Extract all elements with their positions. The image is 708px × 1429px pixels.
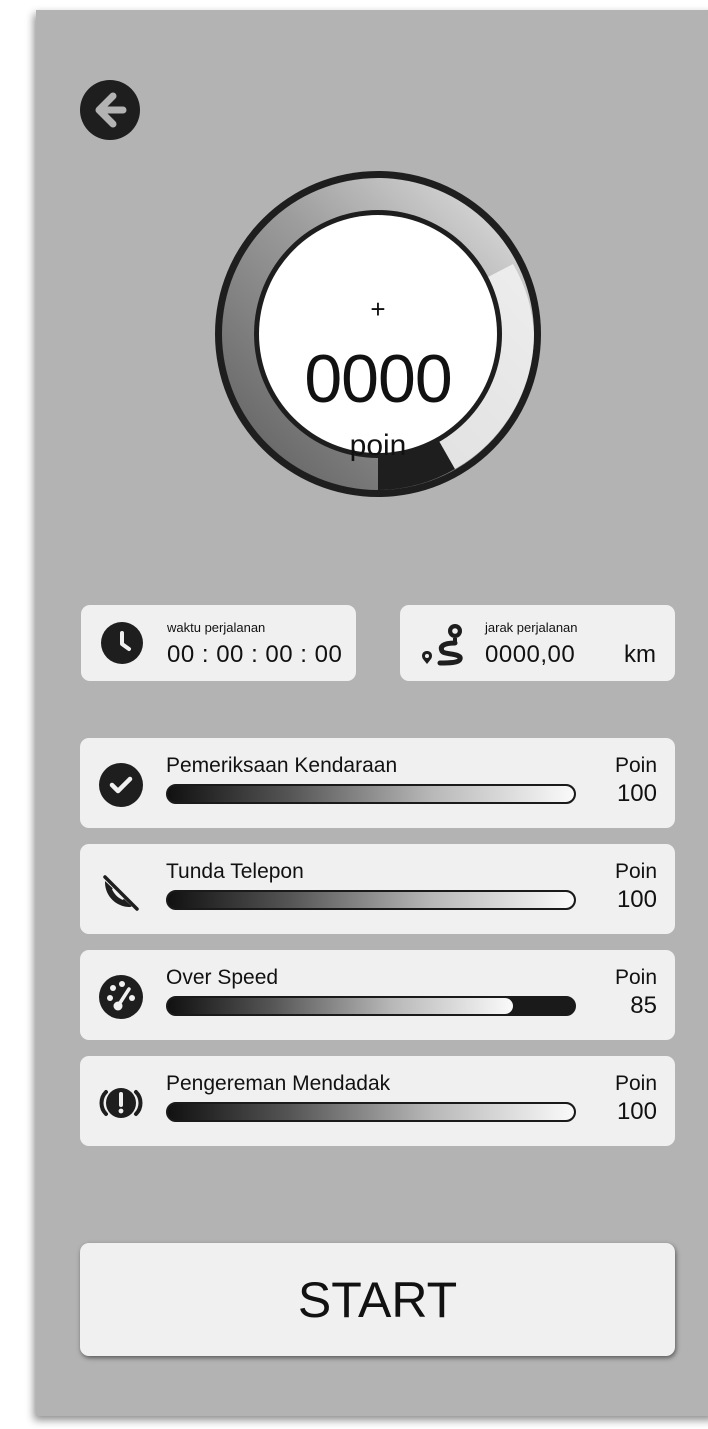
- metric-points-value: 100: [616, 780, 657, 807]
- metric-progress-bar: [166, 890, 576, 910]
- metric-points-label: Poin: [614, 860, 657, 883]
- metric-row-sudden-braking: Pengereman Mendadak Poin 100: [80, 1056, 675, 1146]
- trip-distance-value: 0000,00: [485, 641, 576, 668]
- metric-progress-bar: [166, 1102, 576, 1122]
- metric-progress-fill: [168, 892, 574, 908]
- trip-time-card: waktu perjalanan 00 : 00 : 00 : 00: [81, 605, 356, 681]
- score-gauge: + 0000 poin: [213, 169, 543, 499]
- metric-progress-fill: [168, 786, 574, 802]
- check-circle-icon: [99, 763, 143, 807]
- metric-points-label: Poin: [614, 754, 657, 777]
- clock-icon: [101, 622, 143, 664]
- metric-progress-fill: [168, 998, 514, 1014]
- metric-title: Pengereman Mendadak: [166, 1072, 391, 1095]
- score-display: + 0000 poin: [260, 216, 496, 462]
- metric-progress-bar: [166, 996, 576, 1016]
- score-prefix: +: [370, 294, 386, 324]
- score-unit: poin: [349, 429, 407, 462]
- metric-points-value: 85: [630, 992, 657, 1019]
- metric-row-vehicle-check: Pemeriksaan Kendaraan Poin 100: [80, 738, 675, 828]
- metric-progress-fill: [168, 1104, 574, 1120]
- metric-points-value: 100: [616, 1098, 657, 1125]
- metric-title: Over Speed: [166, 966, 279, 989]
- metric-points-value: 100: [616, 886, 657, 913]
- speedometer-icon: [99, 975, 143, 1019]
- metric-title: Pemeriksaan Kendaraan: [166, 754, 398, 777]
- trip-distance-label: jarak perjalanan: [485, 620, 578, 635]
- brake-warning-icon: [99, 1088, 143, 1118]
- metric-points-label: Poin: [614, 966, 657, 989]
- trip-time-value: 00 : 00 : 00 : 00: [167, 641, 343, 668]
- score-value: 0000: [304, 341, 452, 417]
- arrow-left-icon: [95, 92, 127, 128]
- start-button[interactable]: START: [80, 1243, 675, 1356]
- trip-distance-card: jarak perjalanan 0000,00 km: [400, 605, 675, 681]
- route-icon: [422, 624, 463, 666]
- metric-progress-bar: [166, 784, 576, 804]
- phone-off-icon: [101, 873, 141, 911]
- metric-row-over-speed: Over Speed Poin 85: [80, 950, 675, 1040]
- metric-title: Tunda Telepon: [166, 860, 304, 883]
- back-button[interactable]: [80, 80, 140, 140]
- trip-distance-unit: km: [624, 641, 656, 668]
- metric-points-label: Poin: [614, 1072, 657, 1095]
- metric-row-phone-delay: Tunda Telepon Poin 100: [80, 844, 675, 934]
- trip-time-label: waktu perjalanan: [167, 620, 266, 635]
